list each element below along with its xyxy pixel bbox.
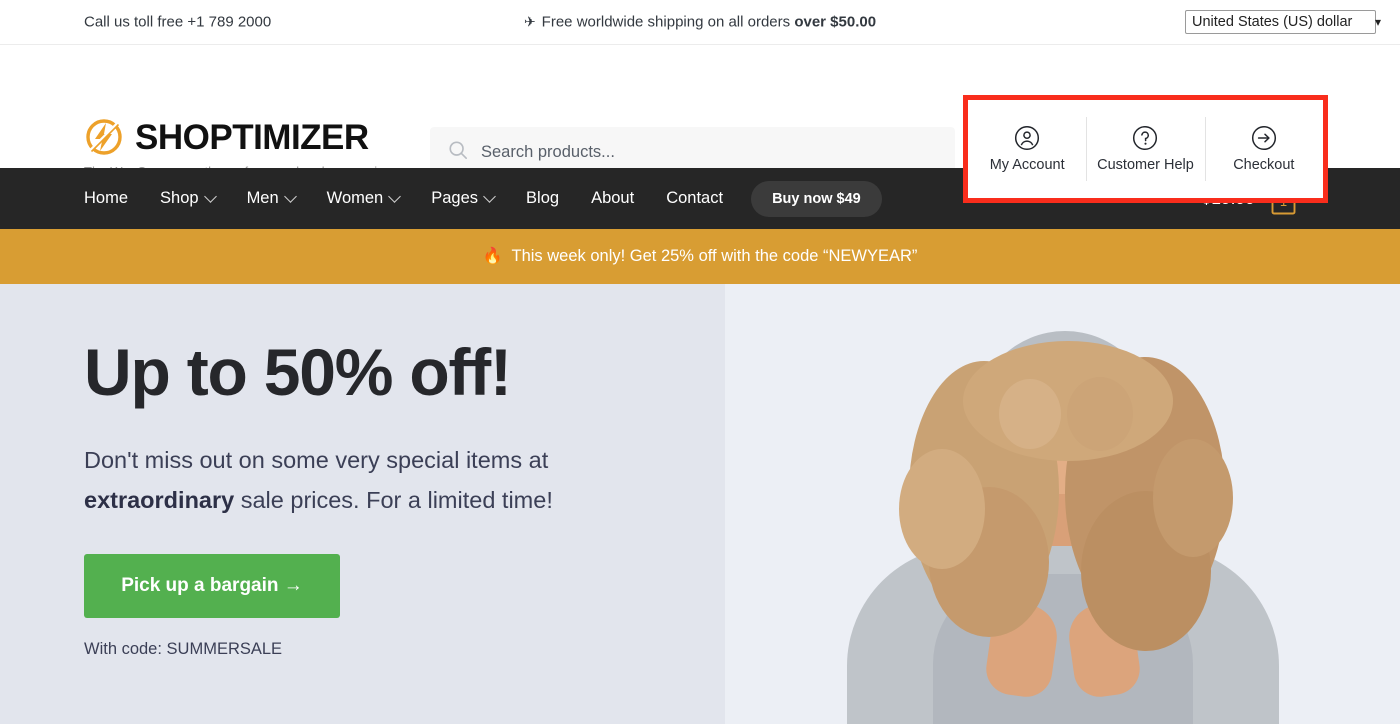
chevron-down-icon (283, 190, 297, 203)
nav-item-contact[interactable]: Contact (650, 168, 739, 229)
lightning-bolt-logo-icon (84, 117, 124, 157)
nav-item-shop[interactable]: Shop (144, 168, 231, 229)
my-account-action[interactable]: My Account (968, 115, 1086, 183)
chevron-down-icon (203, 190, 217, 203)
currency-select[interactable]: United States (US) dollar (1185, 10, 1376, 34)
logo-wordmark: SHOPTIMIZER (135, 117, 369, 157)
nav-item-label: About (591, 189, 635, 207)
promo-banner[interactable]: 🔥 This week only! Get 25% off with the c… (0, 229, 1400, 284)
phone-number: Call us toll free +1 789 2000 (84, 13, 272, 31)
hero-section: Up to 50% off! Don't miss out on some ve… (0, 284, 1400, 724)
laughing-woman-photo (803, 319, 1323, 724)
chevron-down-icon (388, 190, 402, 203)
photo-hair (1066, 377, 1133, 451)
hero-promo-code: With code: SUMMERSALE (84, 640, 283, 659)
nav-item-label: Shop (160, 189, 199, 207)
plane-icon: ✈ (523, 13, 536, 30)
free-shipping-text: Free worldwide shipping on all orders ov… (541, 13, 877, 31)
user-circle-icon (1014, 125, 1040, 151)
free-shipping-notice: ✈ Free worldwide shipping on all orders … (524, 14, 876, 31)
header-actions: My Account Customer Help Checkout (968, 100, 1323, 198)
nav-item-label: Women (326, 189, 384, 207)
nav-item-label: Pages (431, 189, 479, 207)
logo-row: SHOPTIMIZER (84, 117, 398, 157)
photo-hair (898, 449, 985, 569)
nav-item-blog[interactable]: Blog (510, 168, 575, 229)
nav-item-label: Contact (666, 189, 724, 207)
hero-title: Up to 50% off! (84, 335, 512, 409)
photo-hair (1152, 439, 1233, 557)
nav-item-about[interactable]: About (575, 168, 650, 229)
customer-help-label: Customer Help (1097, 157, 1194, 174)
nav-item-label: Men (246, 189, 279, 207)
nav-item-pages[interactable]: Pages (415, 168, 510, 229)
hero-subtitle: Don't miss out on some very special item… (84, 446, 553, 514)
fire-icon: 🔥 (482, 247, 503, 265)
top-utility-bar: Call us toll free +1 789 2000 ✈ Free wor… (0, 0, 1400, 45)
photo-hair (998, 379, 1061, 449)
checkout-label: Checkout (1233, 157, 1295, 174)
hero-copy: Up to 50% off! Don't miss out on some ve… (84, 338, 644, 659)
nav-item-label: Home (84, 189, 129, 207)
hero-cta-button[interactable]: Pick up a bargain → (84, 554, 340, 619)
question-circle-icon (1132, 125, 1158, 151)
buy-now-button[interactable]: Buy now $49 (751, 180, 882, 217)
site-header: SHOPTIMIZER The WooCommerce theme for sp… (0, 45, 1400, 203)
search-input[interactable] (481, 143, 937, 162)
nav-item-label: Blog (526, 189, 560, 207)
checkout-action[interactable]: Checkout (1204, 115, 1323, 183)
hero-image (725, 284, 1400, 724)
chevron-down-icon (483, 190, 496, 203)
nav-item-home[interactable]: Home (84, 168, 144, 229)
nav-items: Home Shop Men Women Pages Blog About Con… (84, 168, 882, 229)
my-account-label: My Account (989, 157, 1065, 174)
search-icon (448, 140, 468, 165)
nav-item-women[interactable]: Women (311, 168, 416, 229)
promo-text: This week only! Get 25% off with the cod… (511, 247, 918, 265)
customer-help-action[interactable]: Customer Help (1086, 115, 1204, 183)
arrow-right-circle-icon (1251, 125, 1277, 151)
nav-item-men[interactable]: Men (231, 168, 311, 229)
